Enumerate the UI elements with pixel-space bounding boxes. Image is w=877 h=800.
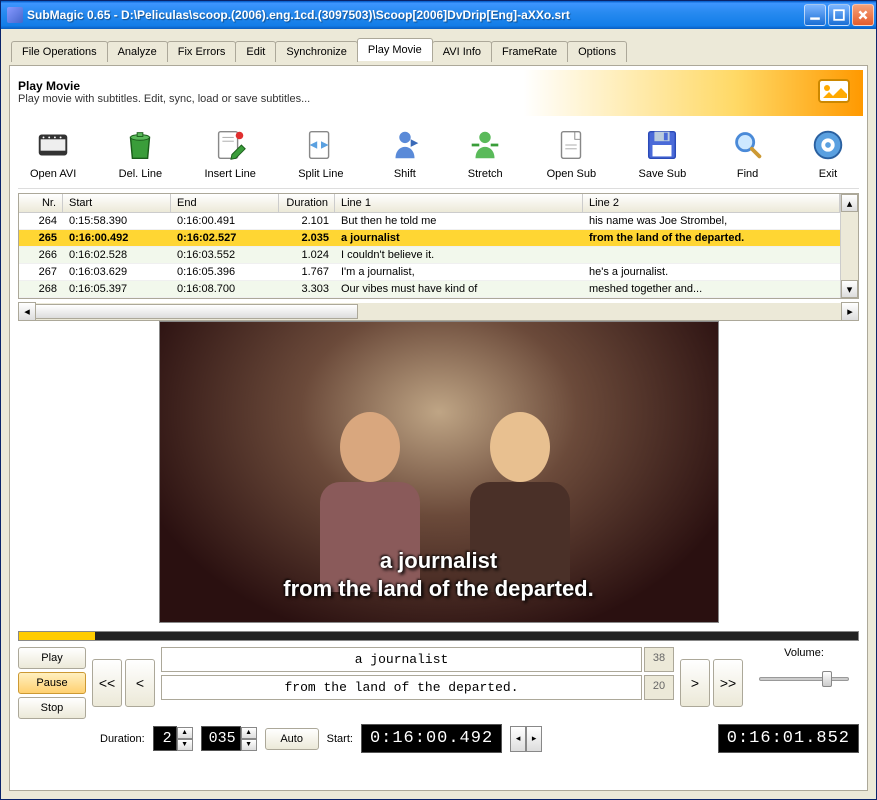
grid-header[interactable]: Nr. Start End Duration Line 1 Line 2 [19, 194, 840, 213]
dur-sec-up[interactable]: ▲ [177, 727, 193, 739]
table-row[interactable]: 2650:16:00.4920:16:02.5272.035a journali… [19, 230, 840, 247]
col-duration[interactable]: Duration [279, 194, 335, 212]
person-blue-icon [386, 126, 424, 164]
col-nr[interactable]: Nr. [19, 194, 63, 212]
find-button[interactable]: Find [729, 126, 767, 180]
insert-line-button[interactable]: Insert Line [204, 126, 255, 180]
main-panel: Play Movie Play movie with subtitles. Ed… [9, 65, 868, 791]
duration-ms[interactable]: 035 [201, 726, 241, 751]
exit-button[interactable]: Exit [809, 126, 847, 180]
col-end[interactable]: End [171, 194, 279, 212]
save-sub-button[interactable]: Save Sub [639, 126, 687, 180]
person-green-icon [466, 126, 504, 164]
play-button[interactable]: Play [18, 647, 86, 669]
window-title: SubMagic 0.65 - D:\Peliculas\scoop.(2006… [27, 8, 804, 22]
doc-pencil-icon [211, 126, 249, 164]
panel-subtitle: Play movie with subtitles. Edit, sync, l… [18, 93, 310, 105]
panel-corner-icon [813, 74, 857, 110]
next-fast-button[interactable]: >> [713, 659, 743, 707]
scroll-down-icon[interactable]: ▾ [841, 280, 858, 298]
tab-play-movie[interactable]: Play Movie [357, 38, 433, 61]
dur-ms-down[interactable]: ▼ [241, 739, 257, 751]
table-row[interactable]: 2680:16:05.3970:16:08.7003.303Our vibes … [19, 281, 840, 298]
close-button[interactable] [852, 4, 874, 26]
vertical-scrollbar[interactable]: ▴ ▾ [840, 194, 858, 298]
tab-options[interactable]: Options [567, 41, 627, 62]
split-line-button[interactable]: Split Line [298, 126, 343, 180]
current-time: 0:16:01.852 [718, 724, 859, 753]
start-label: Start: [327, 733, 353, 745]
scroll-up-icon[interactable]: ▴ [841, 194, 858, 212]
doc-split-icon [302, 126, 340, 164]
open-avi-button[interactable]: Open AVI [30, 126, 76, 180]
progress-fill [19, 632, 95, 640]
table-row[interactable]: 2670:16:03.6290:16:05.3961.767I'm a jour… [19, 264, 840, 281]
volume-label: Volume: [784, 647, 824, 659]
tab-edit[interactable]: Edit [235, 41, 276, 62]
line1-input[interactable] [161, 647, 642, 672]
floppy-icon [643, 126, 681, 164]
stop-button[interactable]: Stop [18, 697, 86, 719]
line1-char-count: 38 [644, 647, 674, 672]
burned-subtitle: a journalist from the land of the depart… [160, 547, 718, 604]
tab-avi-info[interactable]: AVI Info [432, 41, 492, 62]
volume-thumb[interactable] [822, 671, 832, 687]
toolbar: Open AVI Del. Line Insert Line Split Line Sh… [18, 122, 859, 189]
panel-header: Play Movie Play movie with subtitles. Ed… [14, 70, 863, 116]
table-row[interactable]: 2640:15:58.3900:16:00.4912.101But then h… [19, 213, 840, 230]
shift-button[interactable]: Shift [386, 126, 424, 180]
tab-analyze[interactable]: Analyze [107, 41, 168, 62]
scroll-left-icon[interactable]: ◂ [18, 302, 36, 321]
minimize-button[interactable] [804, 4, 826, 26]
table-row[interactable]: 2660:16:02.5280:16:03.5521.024I couldn't… [19, 247, 840, 264]
scroll-thumb[interactable] [35, 304, 358, 319]
start-prev[interactable]: ◂ [510, 726, 526, 752]
auto-button[interactable]: Auto [265, 728, 319, 750]
line2-input[interactable] [161, 675, 642, 700]
del-line-button[interactable]: Del. Line [119, 126, 162, 180]
exit-icon [809, 126, 847, 164]
line2-char-count: 20 [644, 675, 674, 700]
prev-fast-button[interactable]: << [92, 659, 122, 707]
col-start[interactable]: Start [63, 194, 171, 212]
titlebar: SubMagic 0.65 - D:\Peliculas\scoop.(2006… [1, 1, 876, 29]
duration-sec[interactable]: 2 [153, 726, 177, 751]
start-next[interactable]: ▸ [526, 726, 542, 752]
progress-bar[interactable] [18, 631, 859, 641]
open-sub-button[interactable]: Open Sub [547, 126, 597, 180]
magnify-icon [729, 126, 767, 164]
col-line1[interactable]: Line 1 [335, 194, 583, 212]
horizontal-scrollbar[interactable]: ◂ ▸ [18, 303, 859, 321]
pause-button[interactable]: Pause [18, 672, 86, 694]
volume-slider[interactable] [759, 669, 849, 689]
app-window: SubMagic 0.65 - D:\Peliculas\scoop.(2006… [0, 0, 877, 800]
app-icon [7, 7, 23, 23]
scroll-right-icon[interactable]: ▸ [841, 302, 859, 321]
stretch-button[interactable]: Stretch [466, 126, 504, 180]
col-line2[interactable]: Line 2 [583, 194, 840, 212]
prev-button[interactable]: < [125, 659, 155, 707]
start-time: 0:16:00.492 [361, 724, 502, 753]
doc-icon [552, 126, 590, 164]
dur-ms-up[interactable]: ▲ [241, 727, 257, 739]
tab-fix-errors[interactable]: Fix Errors [167, 41, 237, 62]
film-icon [34, 126, 72, 164]
video-preview[interactable]: a journalist from the land of the depart… [159, 321, 719, 623]
maximize-button[interactable] [828, 4, 850, 26]
dur-sec-down[interactable]: ▼ [177, 739, 193, 751]
next-button[interactable]: > [680, 659, 710, 707]
tab-synchronize[interactable]: Synchronize [275, 41, 358, 62]
tab-strip: File OperationsAnalyzeFix ErrorsEditSync… [9, 37, 868, 61]
tab-file-operations[interactable]: File Operations [11, 41, 108, 62]
tab-framerate[interactable]: FrameRate [491, 41, 568, 62]
duration-label: Duration: [100, 733, 145, 745]
subtitle-grid[interactable]: Nr. Start End Duration Line 1 Line 2 264… [18, 193, 859, 299]
panel-title: Play Movie [18, 79, 310, 93]
trash-icon [121, 126, 159, 164]
